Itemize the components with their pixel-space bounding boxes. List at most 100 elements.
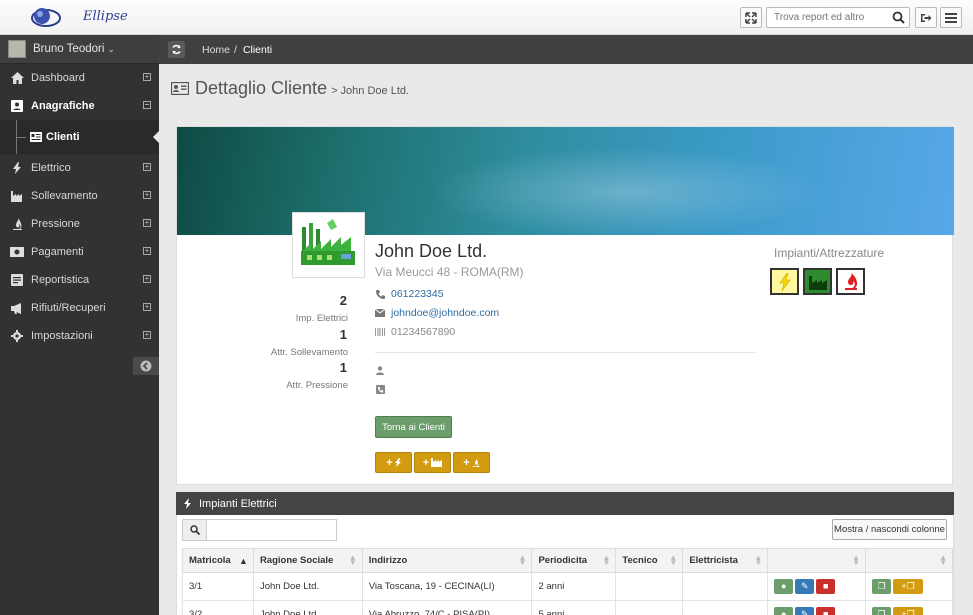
plus-icon: +: [386, 456, 393, 469]
add-sollevamento-button[interactable]: +: [414, 452, 451, 473]
impianto-pressione-tile[interactable]: [836, 268, 865, 295]
expand-icon[interactable]: +: [143, 331, 151, 339]
barcode-icon: [375, 328, 385, 336]
trash-icon: ■: [823, 581, 829, 591]
view-button[interactable]: ●: [774, 607, 794, 615]
expand-icon[interactable]: +: [143, 303, 151, 311]
refresh-button[interactable]: [168, 41, 185, 58]
breadcrumb-home[interactable]: Home: [202, 44, 230, 56]
phone-icon: [375, 289, 385, 299]
avatar: [8, 40, 26, 58]
fire-icon: [844, 273, 857, 290]
sidebar-item-sollevamento[interactable]: Sollevamento +: [0, 182, 159, 210]
client-email-link[interactable]: johndoe@johndoe.com: [391, 307, 499, 319]
cell-matricola: 3/2: [182, 600, 254, 615]
client-phone-link[interactable]: 061223345: [391, 288, 444, 300]
copy-icon: ❐: [877, 581, 886, 591]
expand-icon[interactable]: +: [143, 191, 151, 199]
sidebar-item-elettrico[interactable]: Elettrico +: [0, 154, 159, 182]
sidebar-item-reportistica[interactable]: Reportistica +: [0, 266, 159, 294]
report-icon: [10, 274, 24, 286]
col-header-periodicita[interactable]: Periodicita ▲ ▼: [531, 548, 617, 573]
expand-icon[interactable]: +: [143, 73, 151, 81]
cell-actions: ● ✎ ■: [767, 600, 867, 615]
stat-value: 1: [339, 360, 347, 375]
cell-elettricista: [682, 600, 769, 615]
sort-icon: ▲ ▼: [348, 553, 357, 567]
sidebar-item-label: Clienti: [46, 131, 80, 143]
expand-icon[interactable]: +: [143, 219, 151, 227]
col-header-matricola[interactable]: Matricola ▲: [182, 548, 254, 573]
expand-icon[interactable]: +: [143, 163, 151, 171]
client-phone-row: 061223345: [375, 288, 444, 300]
add-pressione-button[interactable]: +: [453, 452, 490, 473]
user-menu[interactable]: Bruno Teodori ⌄: [0, 35, 159, 64]
add-copy-button[interactable]: +❐: [893, 607, 924, 615]
global-search[interactable]: [766, 7, 910, 28]
client-card: 2 Imp. Elettrici 1 Attr. Sollevamento 1 …: [176, 126, 954, 485]
search-icon[interactable]: [892, 11, 905, 24]
edit-button[interactable]: ✎: [795, 579, 815, 594]
table-search-input[interactable]: [207, 520, 335, 540]
col-header-actions[interactable]: ▲ ▼: [767, 548, 867, 573]
collapse-sidebar-button[interactable]: [133, 357, 159, 375]
delete-button[interactable]: ■: [816, 579, 836, 594]
expand-icon[interactable]: +: [143, 275, 151, 283]
trash-icon: ■: [823, 609, 829, 615]
col-header-actions-2[interactable]: ▲ ▼: [865, 548, 953, 573]
home-icon: [10, 72, 24, 84]
add-copy-button[interactable]: +❐: [893, 579, 924, 594]
user-icon: [375, 366, 385, 375]
col-header-ragione-sociale[interactable]: Ragione Sociale ▲ ▼: [252, 548, 363, 573]
col-header-tecnico[interactable]: Tecnico ▲ ▼: [615, 548, 684, 573]
sidebar-item-anagrafiche[interactable]: Anagrafiche −: [0, 92, 159, 120]
sort-icon: ▲ ▼: [518, 553, 527, 567]
logout-button[interactable]: [915, 7, 937, 28]
sidebar-item-pressione[interactable]: Pressione +: [0, 210, 159, 238]
impianto-elettrico-tile[interactable]: [770, 268, 799, 295]
client-thumbnail: [292, 212, 365, 278]
industry-icon: [10, 190, 24, 202]
sidebar: Bruno Teodori ⌄ Dashboard + Anagrafiche …: [0, 35, 159, 615]
sidebar-item-label: Elettrico: [31, 162, 71, 174]
envelope-icon: [375, 309, 385, 317]
view-button[interactable]: ●: [774, 579, 794, 594]
bolt-icon: [394, 458, 401, 467]
toggle-columns-button[interactable]: Mostra / nascondi colonne: [832, 519, 947, 540]
copy-button[interactable]: ❐: [872, 579, 892, 594]
fullscreen-button[interactable]: [740, 7, 762, 28]
stat-label: Imp. Elettrici: [295, 313, 348, 324]
sidebar-item-label: Sollevamento: [31, 190, 98, 202]
delete-button[interactable]: ■: [816, 607, 836, 615]
expand-icon: [745, 11, 757, 24]
copy-icon: ❐: [877, 609, 886, 615]
col-header-indirizzo[interactable]: Indirizzo ▲ ▼: [361, 548, 533, 573]
pencil-icon: ✎: [800, 581, 809, 591]
cell-ragione-sociale: John Doe Ltd.: [252, 572, 363, 601]
back-to-clients-button[interactable]: Torna ai Clienti: [375, 416, 452, 438]
cell-matricola: 3/1: [182, 572, 254, 601]
sidebar-item-clienti[interactable]: Clienti: [0, 120, 159, 154]
impianto-sollevamento-tile[interactable]: [803, 268, 832, 295]
expand-icon[interactable]: +: [143, 247, 151, 255]
sidebar-item-rifiuti[interactable]: Rifiuti/Recuperi +: [0, 294, 159, 322]
table-search[interactable]: [182, 519, 337, 541]
search-input[interactable]: [767, 8, 885, 27]
impianti-title: Impianti/Attrezzature: [774, 246, 885, 260]
edit-button[interactable]: ✎: [795, 607, 815, 615]
copy-button[interactable]: ❐: [872, 607, 892, 615]
table-header-row: Matricola ▲ Ragione Sociale ▲ ▼ Indirizzo ▲ ▼…: [182, 548, 953, 573]
add-impianto-elettrico-button[interactable]: +: [375, 452, 412, 473]
sidebar-item-pagamenti[interactable]: Pagamenti +: [0, 238, 159, 266]
app-logo[interactable]: Ellipse: [28, 4, 158, 30]
sidebar-item-impostazioni[interactable]: Impostazioni +: [0, 322, 159, 350]
plus-icon: +: [463, 456, 470, 469]
collapse-icon[interactable]: −: [143, 101, 151, 109]
col-header-elettricista[interactable]: Elettricista ▲ ▼: [682, 548, 769, 573]
stat-value: 2: [339, 293, 347, 308]
sidebar-item-dashboard[interactable]: Dashboard +: [0, 64, 159, 92]
page-subtitle: > John Doe Ltd.: [331, 85, 410, 97]
money-icon: [10, 246, 24, 258]
menu-button[interactable]: [940, 7, 962, 28]
circle-arrow-left-icon: [140, 360, 152, 372]
